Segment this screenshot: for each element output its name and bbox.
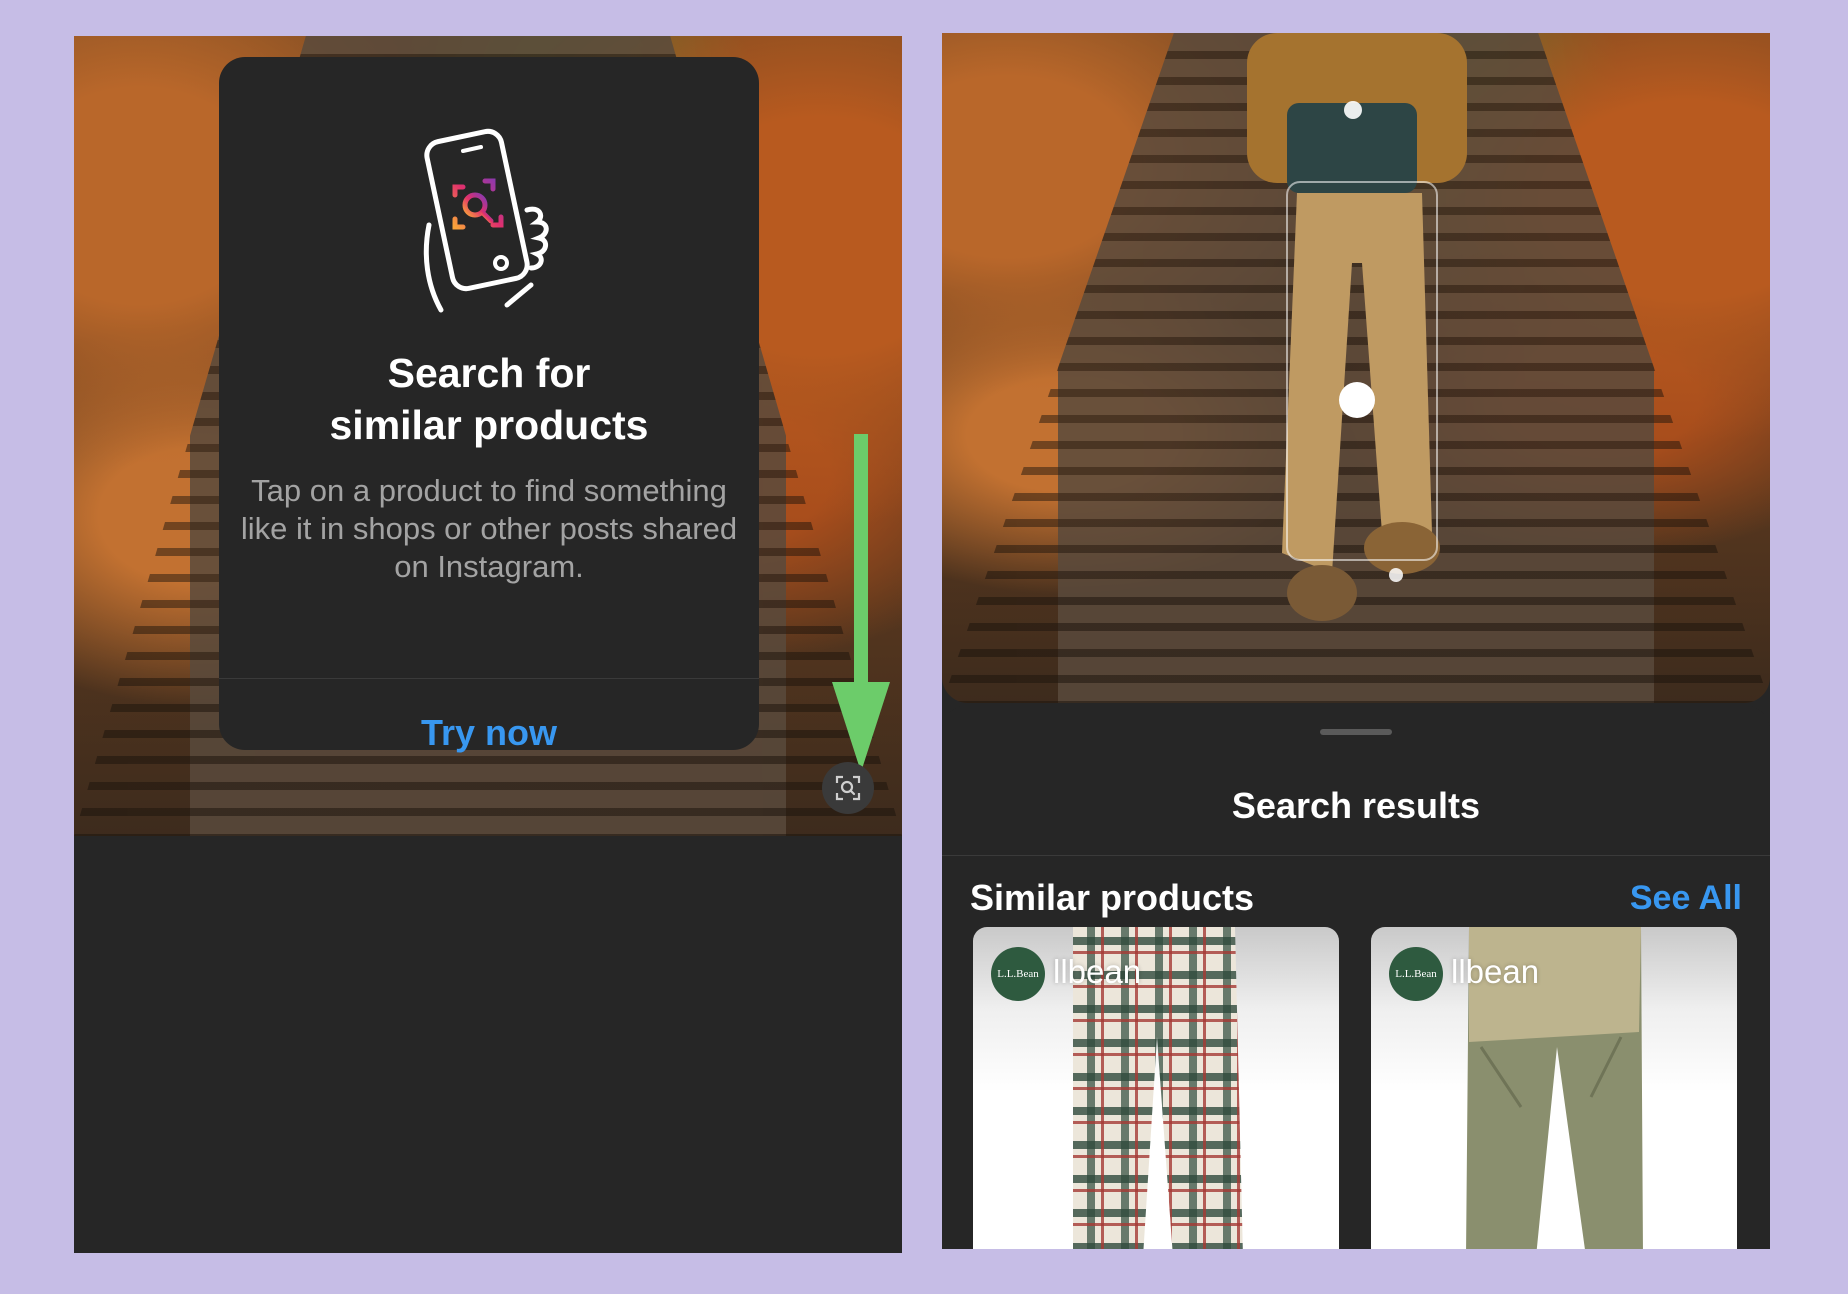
sheet-drag-handle[interactable] bbox=[1320, 729, 1392, 735]
search-results-sheet: Search results Similar products See All … bbox=[942, 705, 1770, 1249]
phone-visual-search-icon bbox=[419, 125, 559, 315]
annotation-arrow-icon bbox=[832, 434, 890, 772]
try-now-button[interactable]: Try now bbox=[219, 705, 759, 761]
modal-title-line-2: similar products bbox=[329, 402, 649, 448]
similar-products-modal: Search for similar products Tap on a pro… bbox=[219, 57, 759, 753]
section-heading: Similar products bbox=[970, 877, 1255, 918]
product-card[interactable]: L.L.Bean llbean bbox=[1371, 927, 1737, 1249]
brand-name: llbean bbox=[1053, 953, 1142, 990]
see-all-link[interactable]: See All bbox=[1630, 879, 1742, 918]
product-tag-dot[interactable] bbox=[1344, 101, 1362, 119]
left-phone-screen: Search for similar products Tap on a pro… bbox=[74, 36, 902, 1253]
product-selection-box[interactable] bbox=[1286, 181, 1438, 561]
selected-product-dot[interactable] bbox=[1339, 382, 1375, 418]
modal-divider bbox=[219, 678, 759, 679]
brand-avatar: L.L.Bean bbox=[991, 947, 1045, 1001]
right-phone-screen: Search results Similar products See All … bbox=[942, 33, 1770, 1249]
brand-avatar: L.L.Bean bbox=[1389, 947, 1443, 1001]
product-card[interactable]: L.L.Bean llbean bbox=[973, 927, 1339, 1249]
visual-search-button[interactable] bbox=[822, 762, 874, 814]
modal-title: Search for similar products bbox=[219, 347, 759, 451]
modal-title-line-1: Search for bbox=[387, 350, 591, 396]
post-photo-zoomed[interactable] bbox=[942, 33, 1770, 703]
modal-description: Tap on a product to find something like … bbox=[240, 473, 738, 584]
sheet-title: Search results bbox=[1231, 785, 1481, 826]
sheet-divider bbox=[942, 855, 1770, 856]
visual-search-icon bbox=[835, 775, 861, 801]
brand-name: llbean bbox=[1451, 953, 1540, 990]
product-tag-dot[interactable] bbox=[1389, 568, 1403, 582]
